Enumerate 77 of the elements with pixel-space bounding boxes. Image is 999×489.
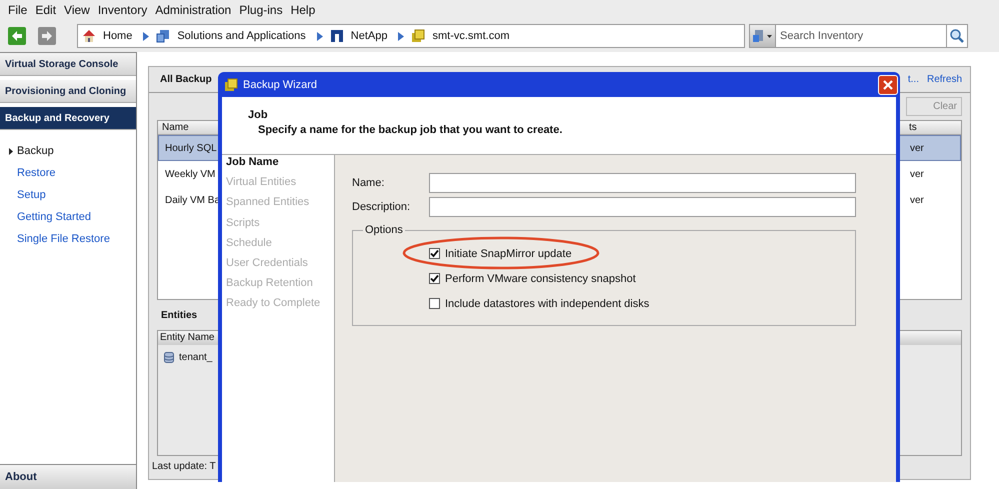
wizard-step: Spanned Entities: [226, 196, 334, 217]
sidebar-link[interactable]: Backup: [0, 140, 136, 162]
link-text: Single File Restore: [17, 233, 110, 245]
checkbox[interactable]: [429, 248, 440, 259]
sidebar-section[interactable]: Provisioning and Cloning: [0, 80, 136, 103]
table-cell-text: ver: [909, 168, 925, 180]
panel-link[interactable]: Refresh: [926, 74, 962, 85]
search-field[interactable]: Search Inventory: [776, 24, 946, 48]
wizard-step: User Credentials: [226, 256, 334, 278]
dialog-title: Backup Wizard: [243, 78, 318, 90]
app-icon: [224, 78, 238, 92]
checkbox-label: Perform VMware consistency snapshot: [445, 272, 636, 284]
field-label: Description:: [352, 201, 412, 213]
status-text: Last update: T: [152, 460, 216, 472]
step-heading: Job: [248, 109, 269, 121]
menu-item[interactable]: View: [60, 3, 94, 17]
table-cell-text: Weekly VM: [164, 168, 216, 180]
wizard-step: Virtual Entities: [226, 176, 334, 196]
menu-item[interactable]: Edit: [31, 3, 60, 17]
section-title: Entities: [161, 310, 198, 320]
group-title: Options: [363, 224, 405, 236]
caret-icon: [767, 34, 772, 38]
column-header[interactable]: ts: [905, 121, 961, 134]
chevron-icon: [398, 32, 404, 40]
server-icon: [411, 29, 426, 43]
menu-item[interactable]: Plug-ins: [235, 3, 287, 17]
breadcrumb-link[interactable]: smt-vc.smt.com: [432, 30, 510, 42]
close-button[interactable]: [878, 74, 898, 94]
menu-item[interactable]: Help: [286, 3, 320, 17]
sidebar-section[interactable]: About: [0, 464, 136, 489]
table-cell-text: Hourly SQL: [164, 142, 218, 154]
breadcrumb-link[interactable]: NetApp: [350, 30, 388, 42]
table-cell: tenant_: [179, 352, 212, 363]
wizard-step: Scripts: [226, 216, 334, 237]
database-icon: [164, 351, 174, 364]
logo-icon: [330, 29, 344, 43]
menu-item[interactable]: Inventory: [94, 3, 152, 17]
input-field[interactable]: [429, 173, 856, 193]
chevron-icon: [143, 32, 150, 40]
column-header[interactable]: Name: [158, 121, 218, 134]
sidebar-section[interactable]: Backup and Recovery: [0, 107, 136, 130]
triangle-icon: [9, 148, 13, 154]
sidebar-link[interactable]: Getting Started: [0, 206, 136, 228]
panel-link[interactable]: t...: [908, 74, 919, 85]
sidebar-section[interactable]: Virtual Storage Console: [0, 53, 136, 76]
wizard-step: Job Name: [226, 156, 334, 176]
link-text: Setup: [17, 189, 46, 201]
computers-icon: [753, 29, 765, 43]
search-scope-button[interactable]: [749, 24, 776, 48]
step-description: Specify a name for the backup job that you want to create.: [257, 124, 564, 136]
wizard-step: Schedule: [226, 236, 334, 257]
menu-item[interactable]: File: [4, 3, 32, 17]
sidebar-link[interactable]: Single File Restore: [0, 228, 136, 250]
chevron-icon: [316, 32, 323, 40]
windows-icon: [156, 29, 170, 43]
link-text: Restore: [17, 167, 56, 179]
link-text: Backup: [17, 145, 54, 157]
checkbox-label: Initiate SnapMirror update: [445, 248, 572, 260]
link-text: Getting Started: [17, 211, 91, 223]
search-icon[interactable]: [946, 24, 968, 48]
input-field[interactable]: [429, 197, 856, 217]
home-icon: [82, 29, 96, 43]
sidebar-link[interactable]: Restore: [0, 162, 136, 184]
field-label: Name:: [352, 177, 386, 189]
table-cell-text: ver: [909, 142, 925, 154]
checkbox[interactable]: [429, 273, 440, 284]
checkbox[interactable]: [429, 298, 440, 309]
breadcrumb-link[interactable]: Home: [103, 30, 132, 42]
close-icon: [883, 80, 893, 90]
checkbox-label: Include datastores with independent disks: [445, 298, 650, 310]
sidebar-link[interactable]: Setup: [0, 184, 136, 206]
wizard-step: Backup Retention: [226, 277, 334, 298]
column-header[interactable]: Entity Name: [160, 332, 214, 343]
wizard-step: Ready to Complete: [226, 297, 334, 318]
breadcrumb-link[interactable]: Solutions and Applications: [177, 30, 306, 42]
panel-title: All Backup: [160, 74, 212, 85]
menu-item[interactable]: Administration: [151, 3, 236, 17]
